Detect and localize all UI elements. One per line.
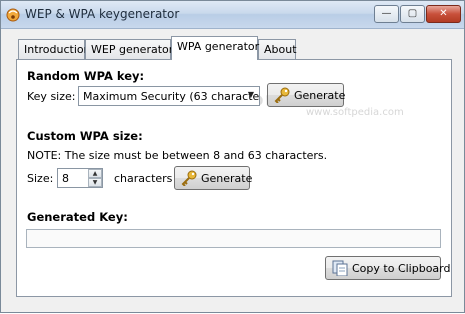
softpedia-url-watermark: www.softpedia.com (306, 107, 404, 118)
random-wpa-heading: Random WPA key: (27, 69, 145, 83)
size-label: Size: (27, 172, 54, 185)
app-window: WEP & WPA keygenerator — ▢ ✕ Introductio… (0, 0, 465, 313)
spin-up-icon[interactable]: ▲ (88, 169, 102, 178)
custom-generate-button[interactable]: Generate (174, 166, 253, 190)
spin-down-icon[interactable]: ▼ (88, 178, 102, 187)
random-generate-label: Generate (294, 89, 346, 102)
key-icon (181, 170, 197, 186)
copy-to-clipboard-button[interactable]: Copy to Clipboard (325, 256, 450, 280)
key-size-label: Key size: (27, 90, 76, 103)
key-size-select[interactable]: Maximum Security (63 characters) (78, 86, 260, 106)
panel-content: SOFTPEDIA www.softpedia.com Random WPA k… (1, 1, 465, 314)
custom-wpa-heading: Custom WPA size: (27, 129, 143, 143)
size-note: NOTE: The size must be between 8 and 63 … (27, 149, 328, 162)
characters-label: characters (114, 172, 173, 185)
clipboard-icon (332, 260, 348, 276)
dropdown-arrow-icon[interactable]: ▼ (245, 90, 257, 102)
random-generate-button[interactable]: Generate (267, 83, 346, 107)
copy-to-clipboard-label: Copy to Clipboard (352, 262, 451, 275)
custom-generate-label: Generate (201, 172, 253, 185)
generated-key-field[interactable] (26, 229, 441, 248)
key-icon (274, 87, 290, 103)
generated-key-heading: Generated Key: (27, 210, 128, 224)
